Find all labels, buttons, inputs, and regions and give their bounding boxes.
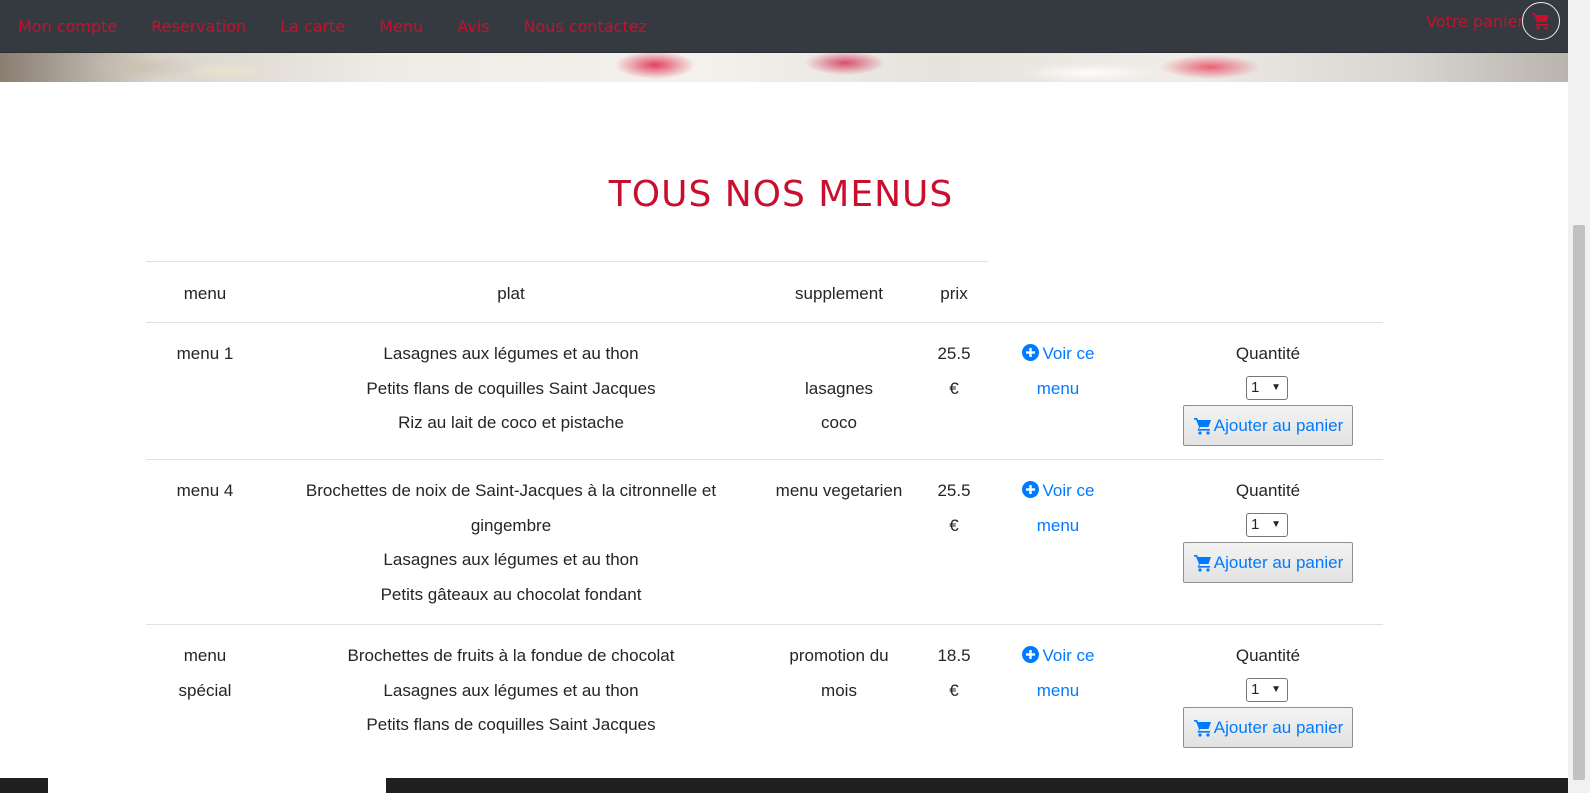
row-supplement: lasagnes coco	[804, 378, 874, 433]
header-bottom-border	[146, 322, 1383, 323]
plat-item: Petits flans de coquilles Saint Jacques	[366, 378, 656, 398]
add-to-cart-button[interactable]: Ajouter au panier	[1183, 405, 1353, 446]
plat-item: Petits gâteaux au chocolat fondant	[380, 584, 642, 604]
voir-menu-link[interactable]: Voir ce menu	[1008, 474, 1108, 543]
quantity-select[interactable]: 1 ▼	[1246, 376, 1288, 400]
page-title: TOUS NOS MENUS	[608, 174, 954, 216]
cart-link[interactable]: Votre panier	[1426, 2, 1560, 40]
row-plats: Brochettes de fruits à la fondue de choc…	[286, 639, 736, 743]
quantite-label: Quantité	[1235, 646, 1301, 665]
quantite-label: Quantité	[1235, 481, 1301, 500]
header-prix: prix	[940, 284, 968, 303]
row-divider	[146, 624, 1383, 625]
row-prix: 25.5 €	[937, 481, 971, 535]
dropdown-arrow-icon: ▼	[1271, 382, 1281, 393]
header-plat: plat	[497, 284, 525, 303]
cart-label: Votre panier	[1426, 11, 1524, 31]
table-top-border	[146, 261, 988, 262]
taskbar-segment	[48, 778, 386, 793]
quantite-label: Quantité	[1235, 344, 1301, 363]
plat-item: Petits flans de coquilles Saint Jacques	[366, 715, 656, 734]
quantity-select[interactable]: 1 ▼	[1246, 678, 1288, 702]
row-plats: Lasagnes aux légumes et au thon Petits f…	[286, 337, 736, 441]
add-to-cart-button[interactable]: Ajouter au panier	[1183, 707, 1353, 748]
header-banner-image	[0, 53, 1568, 82]
scrollbar-thumb[interactable]	[1573, 225, 1585, 780]
plus-circle-icon	[1021, 646, 1039, 663]
shopping-cart-icon	[1532, 13, 1549, 30]
row-divider	[146, 459, 1383, 460]
cart-button[interactable]	[1522, 2, 1560, 40]
dropdown-arrow-icon: ▼	[1271, 684, 1281, 695]
bottom-taskbar	[0, 778, 1568, 793]
nav-link-nous-contactez[interactable]: Nous contactez	[524, 17, 647, 36]
nav-link-la-carte[interactable]: La carte	[280, 17, 345, 36]
plat-item: Lasagnes aux légumes et au thon	[383, 550, 639, 569]
header-supplement: supplement	[795, 284, 883, 303]
shopping-cart-icon	[1193, 554, 1211, 572]
row-menu-name: menu 1	[176, 344, 234, 363]
dropdown-arrow-icon: ▼	[1271, 519, 1281, 530]
add-to-cart-button[interactable]: Ajouter au panier	[1183, 542, 1353, 583]
plus-circle-icon	[1021, 344, 1039, 361]
plat-item: Brochettes de fruits à la fondue de choc…	[347, 646, 675, 665]
row-menu-name: menu spécial	[178, 646, 232, 700]
plat-item: Riz au lait de coco et pistache	[398, 413, 624, 432]
voir-menu-link[interactable]: Voir ce menu	[1008, 337, 1108, 406]
shopping-cart-icon	[1193, 719, 1211, 737]
row-supplement: menu vegetarien	[775, 481, 903, 500]
plat-item: gingembre	[470, 515, 552, 535]
row-supplement: promotion du mois	[789, 646, 889, 700]
row-menu-name: menu 4	[176, 481, 234, 500]
row-plats: Brochettes de noix de Saint-Jacques à la…	[286, 474, 736, 612]
row-prix: 25.5 €	[937, 344, 971, 398]
shopping-cart-icon	[1193, 417, 1211, 435]
plat-item: Lasagnes aux légumes et au thon	[383, 344, 639, 363]
plat-item: Lasagnes aux légumes et au thon	[383, 680, 639, 700]
nav-link-mon-compte[interactable]: Mon compte	[18, 17, 117, 36]
top-navbar: Mon compte Reservation La carte Menu Avi…	[0, 0, 1568, 53]
plat-item: Brochettes de noix de Saint-Jacques à la…	[305, 481, 717, 500]
page-scrollbar[interactable]	[1568, 0, 1590, 793]
nav-link-reservation[interactable]: Reservation	[151, 17, 246, 36]
plus-circle-icon	[1021, 481, 1039, 498]
row-prix: 18.5 €	[937, 646, 971, 700]
nav-link-avis[interactable]: Avis	[457, 17, 489, 36]
nav-link-menu[interactable]: Menu	[379, 17, 423, 36]
voir-menu-link[interactable]: Voir ce menu	[1008, 639, 1108, 708]
nav-links: Mon compte Reservation La carte Menu Avi…	[18, 0, 681, 52]
quantity-select[interactable]: 1 ▼	[1246, 513, 1288, 537]
header-menu: menu	[183, 284, 227, 303]
